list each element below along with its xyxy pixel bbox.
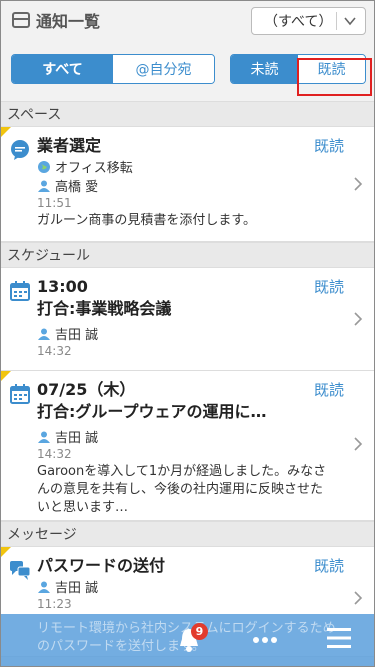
user-name: 吉田 誠: [55, 431, 99, 446]
user-name: 吉田 誠: [55, 581, 99, 596]
tab-unread[interactable]: 未読: [231, 55, 298, 83]
more-icon[interactable]: [253, 636, 277, 644]
user-name: 高橋 愛: [55, 180, 99, 195]
list-item[interactable]: 既読 13:00 打合:事業戦略会議 吉田 誠 14:32: [1, 268, 374, 371]
user-name: 吉田 誠: [55, 328, 99, 343]
speech-bubble-icon: [11, 140, 29, 160]
user-icon: [38, 581, 50, 593]
section-header-space: スペース: [1, 101, 374, 127]
recipient-filter-tabs: すべて @自分宛: [11, 54, 215, 84]
user-icon: [38, 431, 50, 443]
chevron-right-icon: [354, 312, 363, 326]
list-item[interactable]: 既読 業者選定 オフィス移転 高橋 愛 11:51 ガルーン商事の見積書を添付し…: [1, 127, 374, 242]
list-item[interactable]: 既読 07/25（木） 打合:グループウェアの運用に… 吉田 誠 14:32 G…: [1, 371, 374, 521]
space-row: オフィス移転: [37, 157, 334, 176]
calendar-icon: [10, 281, 30, 301]
event-date: 07/25（木）: [37, 380, 136, 399]
timestamp: 14:32: [37, 344, 72, 358]
read-filter-tabs: 未読 既読: [230, 54, 366, 84]
mark-read-link[interactable]: 既読: [314, 135, 344, 156]
item-title: 打合:グループウェアの運用に…: [37, 402, 267, 421]
unread-marker: [1, 127, 11, 137]
user-row: 吉田 誠: [37, 577, 334, 596]
chevron-right-icon: [354, 437, 363, 451]
chevron-down-icon: [344, 17, 356, 26]
mark-read-link[interactable]: 既読: [314, 555, 344, 576]
user-icon: [38, 180, 50, 192]
tab-all[interactable]: すべて: [12, 55, 113, 83]
filter-select[interactable]: （すべて）: [251, 7, 366, 35]
message-bubbles-icon: [10, 561, 31, 580]
mark-read-link[interactable]: 既読: [314, 379, 344, 400]
timestamp: 14:32: [37, 447, 72, 461]
user-icon: [38, 328, 50, 340]
timestamp: 11:23: [37, 597, 72, 611]
item-body: Garoonを導入して1か月が経過しました。みなさんの意見を共有し、今後の社内運…: [37, 464, 327, 515]
user-row: 吉田 誠: [37, 324, 334, 343]
globe-icon: [38, 160, 50, 173]
unread-marker: [1, 547, 11, 557]
chevron-right-icon: [354, 177, 363, 191]
page-title: 通知一覧: [36, 12, 101, 31]
timestamp: 11:51: [37, 196, 72, 210]
mark-read-link[interactable]: 既読: [314, 276, 344, 297]
unread-marker: [1, 371, 11, 381]
calendar-icon: [10, 384, 30, 404]
item-title: パスワードの送付: [37, 556, 166, 575]
bottom-nav-bar: リモート環境から社内システムにログインするためのパスワードを送付します。 9: [1, 614, 374, 666]
filter-tabs-row: すべて @自分宛 未読 既読: [1, 39, 374, 101]
hamburger-menu-icon[interactable]: [327, 626, 351, 650]
section-header-schedule: スケジュール: [1, 242, 374, 268]
filter-select-value: （すべて）: [264, 14, 333, 30]
tab-mentions[interactable]: @自分宛: [113, 55, 214, 83]
section-header-message: メッセージ: [1, 521, 374, 547]
item-title: 業者選定: [37, 136, 102, 155]
select-divider: [336, 12, 337, 30]
tab-read[interactable]: 既読: [298, 55, 365, 83]
item-body: ガルーン商事の見積書を添付します。: [37, 213, 257, 228]
user-row: 吉田 誠: [37, 427, 334, 446]
header: 通知一覧 （すべて）: [1, 1, 374, 39]
item-title: 打合:事業戦略会議: [37, 299, 172, 318]
notification-badge: 9: [191, 623, 208, 640]
user-row: 高橋 愛: [37, 176, 334, 195]
chevron-right-icon: [354, 591, 363, 605]
notification-list-icon: [12, 12, 30, 28]
event-time: 13:00: [37, 277, 88, 296]
space-name: オフィス移転: [55, 161, 133, 176]
